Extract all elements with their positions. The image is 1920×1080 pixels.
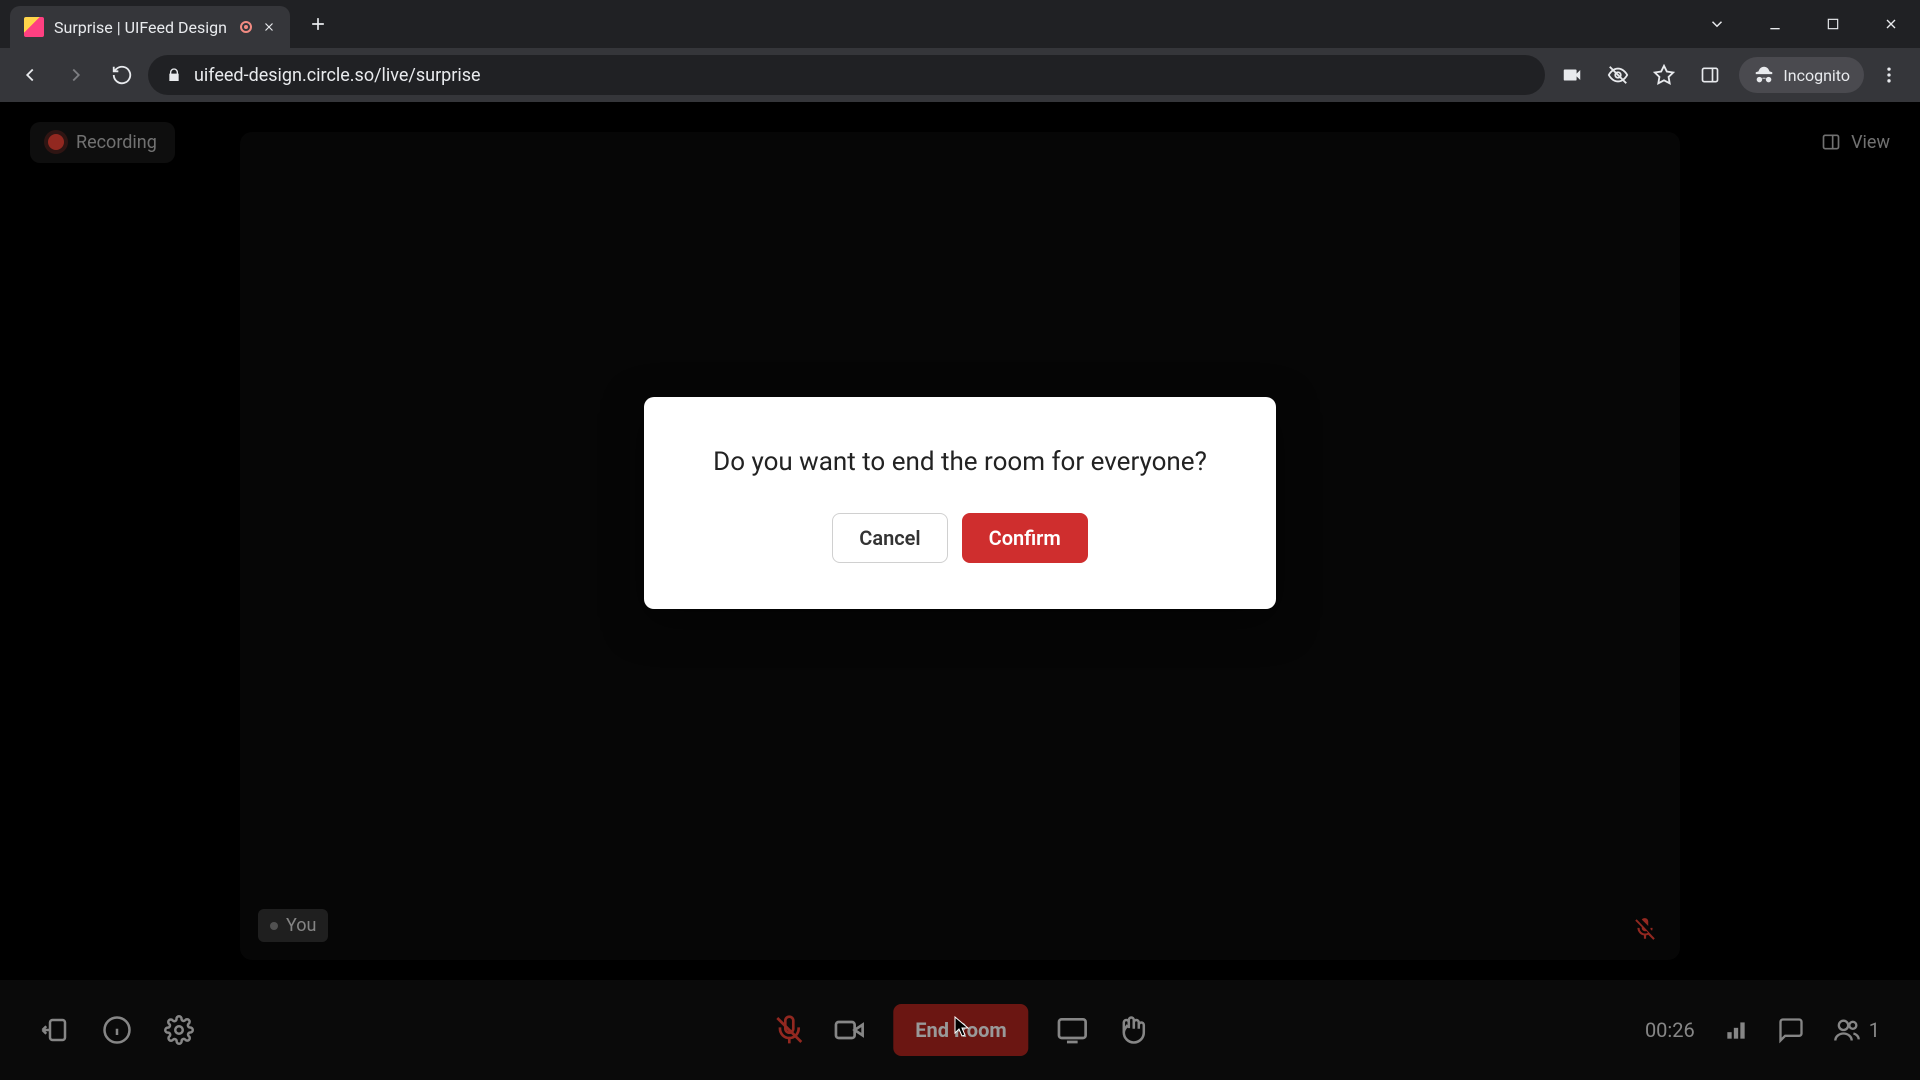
cancel-button[interactable]: Cancel bbox=[832, 513, 947, 563]
modal-title: Do you want to end the room for everyone… bbox=[684, 447, 1236, 477]
cancel-label: Cancel bbox=[859, 526, 920, 550]
favicon-icon bbox=[24, 17, 44, 37]
confirm-label: Confirm bbox=[989, 526, 1061, 550]
maximize-button[interactable] bbox=[1804, 0, 1862, 48]
tab-title: Surprise | UIFeed Design bbox=[54, 18, 230, 37]
toolbar-actions: Incognito bbox=[1551, 54, 1910, 96]
modal-actions: Cancel Confirm bbox=[684, 513, 1236, 563]
browser-menu-button[interactable] bbox=[1868, 54, 1910, 96]
browser-tab[interactable]: Surprise | UIFeed Design bbox=[10, 6, 290, 48]
bookmark-button[interactable] bbox=[1643, 54, 1685, 96]
camera-indicator-icon[interactable] bbox=[1551, 54, 1593, 96]
minimize-button[interactable] bbox=[1746, 0, 1804, 48]
reload-button[interactable] bbox=[102, 55, 142, 95]
end-room-modal: Do you want to end the room for everyone… bbox=[644, 397, 1276, 609]
forward-button[interactable] bbox=[56, 55, 96, 95]
incognito-label: Incognito bbox=[1783, 66, 1850, 85]
confirm-button[interactable]: Confirm bbox=[962, 513, 1088, 563]
lock-icon bbox=[166, 67, 182, 83]
close-tab-button[interactable] bbox=[262, 20, 276, 34]
back-button[interactable] bbox=[10, 55, 50, 95]
browser-toolbar: uifeed-design.circle.so/live/surprise In… bbox=[0, 48, 1920, 102]
modal-overlay: Do you want to end the room for everyone… bbox=[0, 102, 1920, 1080]
url-text: uifeed-design.circle.so/live/surprise bbox=[194, 65, 481, 86]
incognito-indicator[interactable]: Incognito bbox=[1739, 57, 1864, 93]
tracking-off-icon[interactable] bbox=[1597, 54, 1639, 96]
window-titlebar: Surprise | UIFeed Design bbox=[0, 0, 1920, 48]
close-window-button[interactable] bbox=[1862, 0, 1920, 48]
tabs-dropdown-button[interactable] bbox=[1688, 0, 1746, 48]
incognito-icon bbox=[1753, 64, 1775, 86]
address-bar[interactable]: uifeed-design.circle.so/live/surprise bbox=[148, 55, 1545, 95]
side-panel-button[interactable] bbox=[1689, 54, 1731, 96]
new-tab-button[interactable] bbox=[290, 14, 346, 34]
tab-recording-icon bbox=[240, 21, 252, 33]
window-controls bbox=[1688, 0, 1920, 48]
